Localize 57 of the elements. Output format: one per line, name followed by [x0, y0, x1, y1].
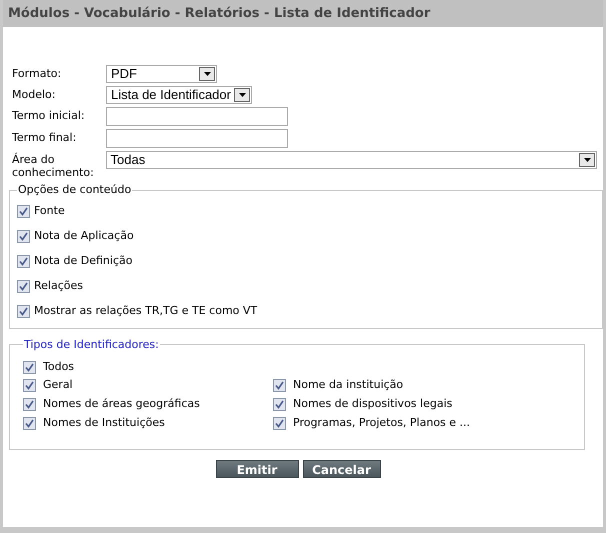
- caret-icon: [204, 72, 210, 76]
- input-field[interactable]: [106, 129, 288, 148]
- checkbox-label: Mostrar as relações TR,TG e TE como VT: [34, 302, 258, 319]
- checkbox[interactable]: [17, 254, 30, 268]
- checkmark-icon: [25, 400, 34, 409]
- group-legend: Opções de conteúdo: [17, 182, 132, 198]
- checkmark-icon: [275, 419, 284, 428]
- caret-icon: [584, 158, 590, 162]
- checkmark-icon: [19, 206, 28, 216]
- dropdown-button[interactable]: [234, 88, 250, 102]
- checkbox[interactable]: [273, 398, 286, 411]
- checkbox[interactable]: [23, 360, 36, 374]
- form-button[interactable]: Cancelar: [302, 460, 380, 478]
- window-title: Módulos - Vocabulário - Relatórios - Lista de Identificador: [8, 4, 430, 23]
- checkmark-icon: [19, 282, 28, 290]
- form-button[interactable]: Emitir: [216, 460, 298, 478]
- checkmark-icon: [19, 306, 28, 316]
- checkbox-label: Fonte: [34, 202, 65, 219]
- checkmark-icon: [25, 381, 34, 390]
- checkbox[interactable]: [17, 204, 30, 218]
- checkbox-label: Nomes de dispositivos legais: [293, 396, 452, 412]
- select-field[interactable]: PDF: [106, 65, 217, 83]
- checkbox-label: Programas, Projetos, Planos e ...: [293, 415, 470, 432]
- checkbox[interactable]: [273, 417, 286, 430]
- checkmark-icon: [275, 400, 284, 409]
- checkbox-label: Nomes de áreas geográficas: [43, 396, 200, 412]
- checkbox-label: Todos: [43, 358, 74, 375]
- checkmark-icon: [25, 362, 34, 372]
- checkbox[interactable]: [23, 417, 36, 430]
- field-label: Área do conhecimento:: [12, 152, 95, 179]
- group-legend: Tipos de Identificadores:: [23, 336, 160, 353]
- checkbox-label: Nota de Definição: [34, 252, 132, 269]
- checkbox[interactable]: [17, 304, 30, 318]
- field-label: Termo inicial:: [12, 108, 86, 122]
- field-label: Formato:: [12, 66, 62, 80]
- checkbox[interactable]: [23, 398, 36, 411]
- checkbox-label: Nota de Aplicação: [34, 228, 134, 244]
- checkmark-icon: [19, 232, 28, 240]
- checkbox-label: Relações: [34, 278, 83, 294]
- dropdown-button[interactable]: [199, 67, 215, 81]
- select-field[interactable]: Lista de Identificador: [106, 86, 252, 104]
- checkbox-label: Geral: [43, 377, 73, 394]
- checkmark-icon: [275, 381, 284, 390]
- caret-icon: [238, 93, 246, 97]
- select-field[interactable]: Todas: [106, 151, 597, 169]
- dropdown-button[interactable]: [579, 153, 595, 167]
- checkbox-label: Nome da instituição: [293, 377, 404, 394]
- checkbox[interactable]: [17, 280, 30, 292]
- checkbox-label: Nomes de Instituições: [43, 415, 165, 432]
- checkbox[interactable]: [17, 230, 30, 242]
- input-field[interactable]: [106, 107, 288, 126]
- checkbox[interactable]: [273, 379, 286, 392]
- field-label: Modelo:: [12, 87, 56, 101]
- checkbox[interactable]: [23, 379, 36, 392]
- checkmark-icon: [19, 256, 28, 266]
- field-label: Termo final:: [12, 130, 78, 144]
- checkmark-icon: [25, 419, 34, 428]
